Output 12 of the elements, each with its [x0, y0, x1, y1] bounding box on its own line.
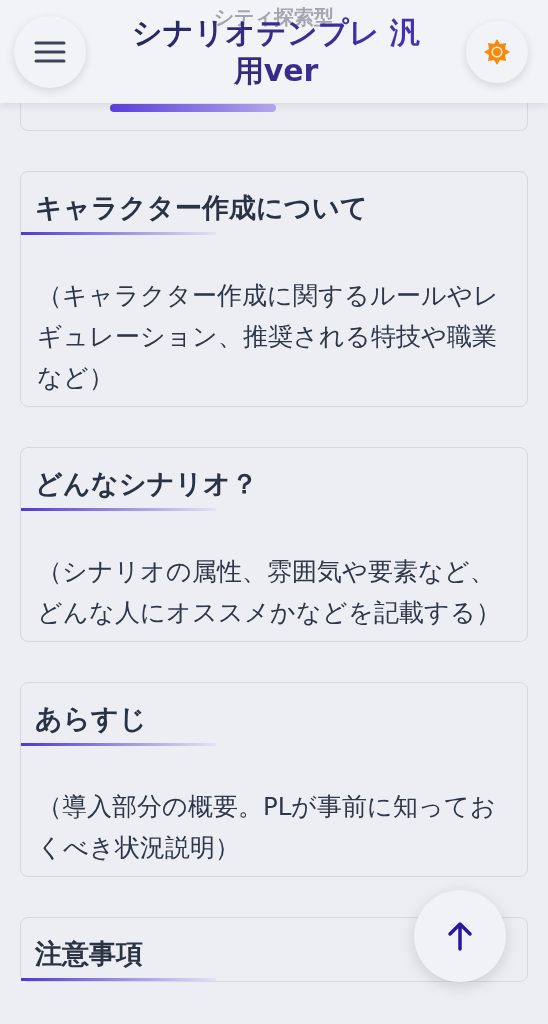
up-arrow-icon — [447, 921, 473, 951]
menu-button[interactable] — [14, 15, 86, 88]
section-heading: 注意事項 — [34, 937, 144, 971]
sun-icon — [484, 38, 510, 65]
theme-toggle-button[interactable] — [466, 20, 528, 83]
section-text: （導入部分の概要。PLが事前に知っておくべき状況説明） — [36, 791, 498, 864]
section-heading: どんなシナリオ？ — [34, 467, 259, 501]
section-text: （シナリオの属性、雰囲気や要素など、どんな人にオススメかなどを記載する） — [36, 556, 502, 629]
section-text: （キャラクター作成に関するルールやレギュレーション、推奨される特技や職業など） — [36, 280, 500, 394]
menu-icon — [34, 40, 66, 63]
section-heading: キャラクター作成について — [34, 191, 369, 225]
section-heading: あらすじ — [34, 702, 148, 736]
